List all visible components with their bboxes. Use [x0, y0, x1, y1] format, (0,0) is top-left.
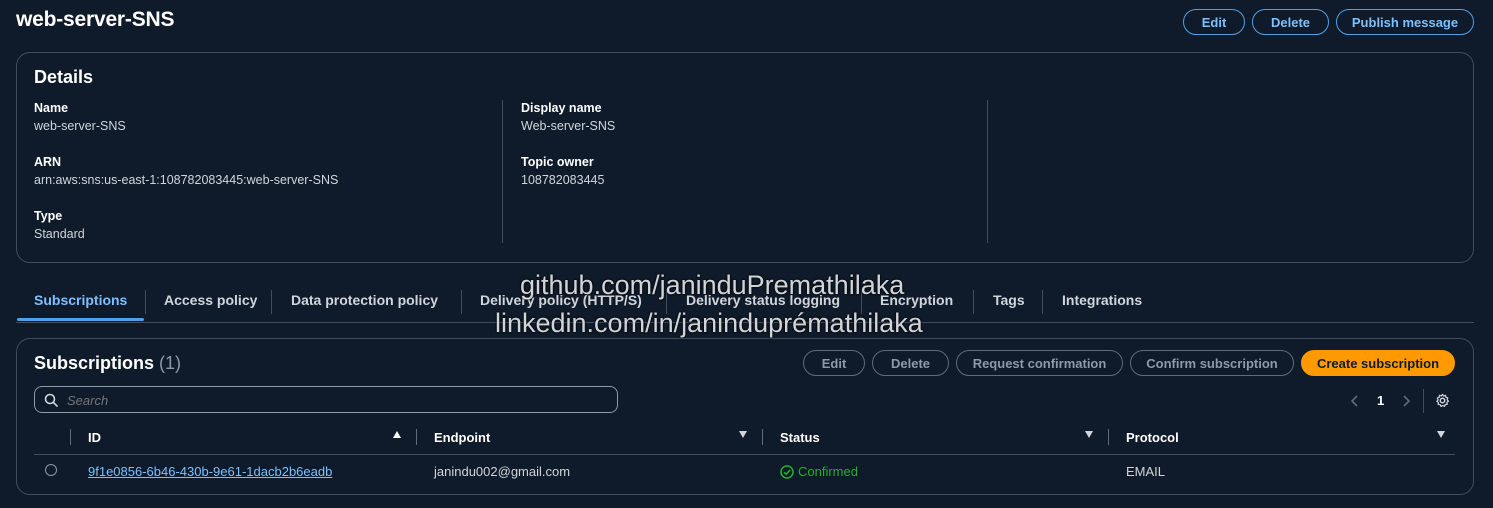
tab-integrations[interactable]: Integrations: [1062, 292, 1142, 308]
arn-value: arn:aws:sns:us-east-1:108782083445:web-s…: [34, 173, 339, 187]
tab-separator: [271, 290, 272, 314]
column-separator: [416, 429, 417, 445]
pagination-divider: [1423, 389, 1424, 413]
tab-data-protection-policy[interactable]: Data protection policy: [291, 292, 438, 308]
edit-subscription-button[interactable]: Edit: [803, 350, 865, 376]
subscriptions-count: (1): [159, 353, 182, 373]
subscriptions-title: Subscriptions (1): [34, 353, 181, 374]
sort-caret-down-icon[interactable]: [739, 431, 747, 438]
search-input[interactable]: [65, 390, 609, 411]
topic-owner-value: 108782083445: [521, 173, 605, 187]
details-divider: [502, 100, 503, 243]
topic-owner-label: Topic owner: [521, 155, 594, 169]
page-title: web-server-SNS: [16, 8, 175, 31]
tab-tags[interactable]: Tags: [993, 292, 1025, 308]
page-number[interactable]: 1: [1377, 393, 1384, 408]
sort-ascending-icon[interactable]: [393, 431, 401, 438]
subscription-id-link[interactable]: 9f1e0856-6b46-430b-9e61-1dacb2b6eadb: [88, 464, 332, 479]
column-header-protocol[interactable]: Protocol: [1126, 430, 1179, 445]
confirm-subscription-button[interactable]: Confirm subscription: [1130, 350, 1294, 376]
status-cell: Confirmed: [798, 464, 858, 479]
arn-label: ARN: [34, 155, 62, 169]
details-divider: [987, 100, 988, 243]
sort-caret-down-icon[interactable]: [1437, 431, 1445, 438]
display-name-label: Display name: [521, 101, 602, 115]
chevron-left-icon[interactable]: [1350, 394, 1360, 408]
column-header-endpoint[interactable]: Endpoint: [434, 430, 490, 445]
display-name-value: Web-server-SNS: [521, 119, 616, 133]
tab-separator: [461, 290, 462, 314]
search-box: [34, 386, 618, 413]
name-label: Name: [34, 101, 69, 115]
watermark-github: github.com/janinduPremathilaka: [520, 270, 905, 300]
column-separator: [70, 429, 71, 445]
protocol-cell: EMAIL: [1126, 464, 1166, 479]
details-panel: [16, 52, 1474, 263]
edit-topic-button[interactable]: Edit: [1183, 9, 1245, 35]
tab-separator: [1042, 290, 1043, 314]
name-value: web-server-SNS: [34, 119, 126, 133]
column-header-id[interactable]: ID: [88, 430, 101, 445]
check-circle-icon: [780, 465, 794, 479]
search-icon: [44, 393, 58, 407]
delete-topic-button[interactable]: Delete: [1252, 9, 1329, 35]
tab-separator: [145, 290, 146, 314]
create-subscription-button[interactable]: Create subscription: [1301, 350, 1455, 376]
column-header-status[interactable]: Status: [780, 430, 820, 445]
tab-access-policy[interactable]: Access policy: [164, 292, 257, 308]
active-tab-indicator: [17, 318, 144, 321]
request-confirmation-button[interactable]: Request confirmation: [956, 350, 1123, 376]
details-title: Details: [34, 67, 94, 87]
type-label: Type: [34, 209, 63, 223]
tab-subscriptions[interactable]: Subscriptions: [34, 292, 127, 308]
column-separator: [762, 429, 763, 445]
delete-subscription-button[interactable]: Delete: [872, 350, 949, 376]
column-separator: [1108, 429, 1109, 445]
publish-message-button[interactable]: Publish message: [1336, 9, 1474, 35]
settings-gear-icon[interactable]: [1435, 393, 1450, 408]
chevron-right-icon[interactable]: [1401, 394, 1411, 408]
row-select-radio[interactable]: [45, 464, 57, 476]
tab-separator: [973, 290, 974, 314]
type-value: Standard: [34, 227, 85, 241]
endpoint-cell: janindu002@gmail.com: [434, 464, 571, 479]
table-header-divider: [34, 454, 1455, 455]
sort-caret-down-icon[interactable]: [1085, 431, 1093, 438]
subscriptions-title-text: Subscriptions: [34, 353, 155, 373]
watermark-linkedin: linkedin.com/in/janinduprémathilaka: [495, 308, 923, 338]
